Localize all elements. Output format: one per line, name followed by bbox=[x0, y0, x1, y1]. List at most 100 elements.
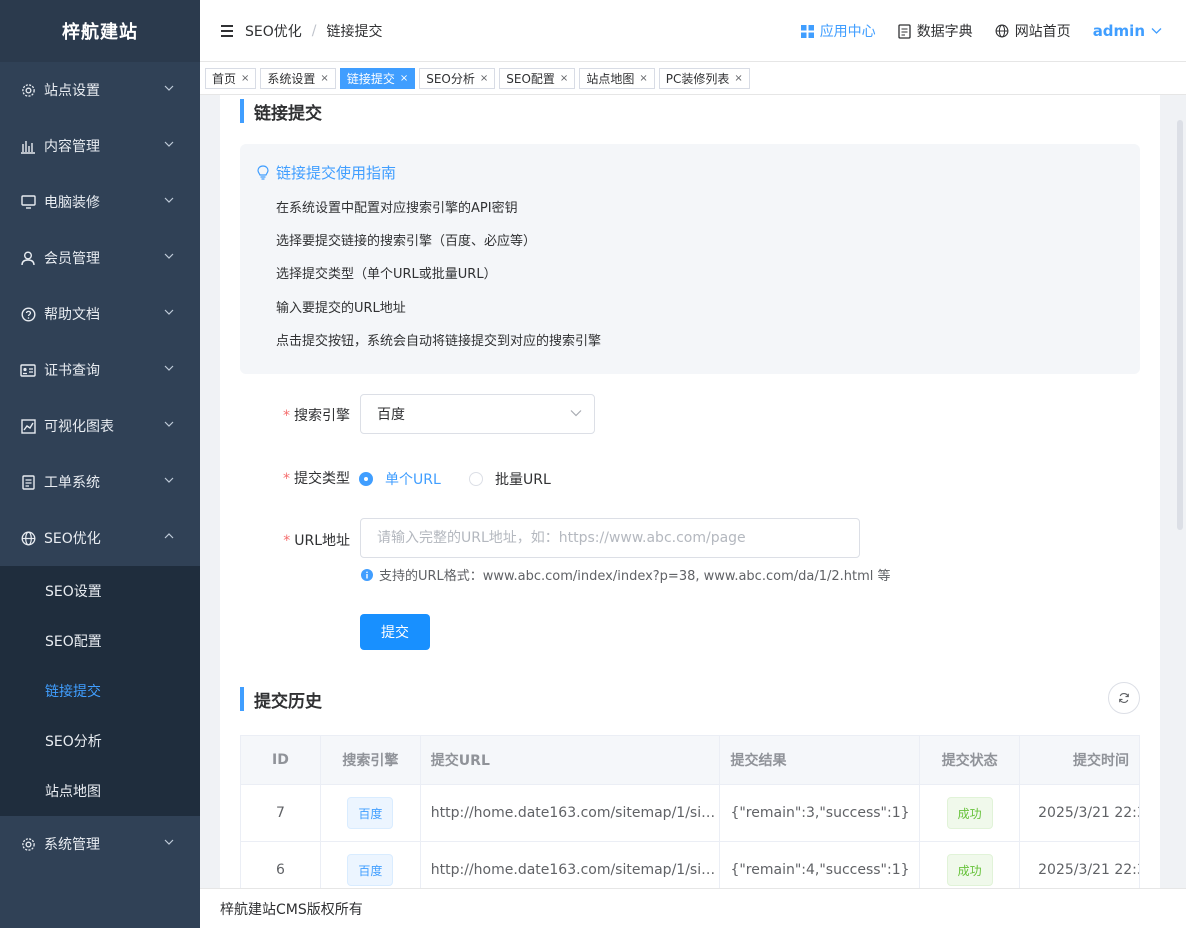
page-title: 链接提交 bbox=[240, 99, 322, 124]
help-icon bbox=[20, 306, 36, 322]
globe-icon bbox=[995, 24, 1009, 38]
sidebar-item-members[interactable]: 会员管理 bbox=[0, 230, 200, 286]
cell-url: http://home.date163.com/sitemap/1/sitema… bbox=[421, 842, 721, 888]
sidebar-item-label: 电脑装修 bbox=[44, 195, 100, 211]
url-text: http://home.date163.com/sitemap/1/sitema… bbox=[430, 862, 720, 878]
document-icon bbox=[20, 474, 36, 490]
tag-pc-decoration-list[interactable]: PC装修列表 × bbox=[658, 67, 750, 89]
sidebar-item-content[interactable]: 内容管理 bbox=[0, 118, 200, 174]
submenu-item-seo-settings[interactable]: SEO设置 bbox=[0, 566, 200, 616]
guide-title: 链接提交使用指南 bbox=[256, 162, 396, 183]
sidebar-item-label: 会员管理 bbox=[44, 251, 100, 267]
sidebar-item-help[interactable]: 帮助文档 bbox=[0, 286, 200, 342]
chevron-down-icon bbox=[164, 253, 174, 259]
cell-id: 7 bbox=[241, 785, 321, 842]
engine-selected-value: 百度 bbox=[377, 407, 405, 423]
tag-sitemap[interactable]: 站点地图 × bbox=[579, 67, 655, 89]
refresh-icon bbox=[1119, 693, 1129, 703]
tag-system-settings[interactable]: 系统设置 × bbox=[260, 67, 336, 89]
sidebar-item-charts[interactable]: 可视化图表 bbox=[0, 398, 200, 454]
close-icon[interactable]: × bbox=[734, 73, 742, 84]
submit-button[interactable]: 提交 bbox=[360, 614, 430, 650]
cell-id: 6 bbox=[241, 842, 321, 888]
url-hint: 支持的URL格式：www.abc.com/index/index?p=38, w… bbox=[361, 565, 891, 584]
sidebar-item-label: 可视化图表 bbox=[44, 419, 114, 435]
submenu-item-link-submit[interactable]: 链接提交 bbox=[0, 666, 200, 716]
sidebar-item-pc-decoration[interactable]: 电脑装修 bbox=[0, 174, 200, 230]
close-icon[interactable]: × bbox=[320, 73, 328, 84]
table-row: 6 百度 http://home.date163.com/sitemap/1/s… bbox=[241, 842, 1140, 888]
breadcrumb-separator: / bbox=[311, 22, 317, 39]
chevron-down-icon bbox=[164, 85, 174, 91]
tag-seo-analysis[interactable]: SEO分析 × bbox=[419, 67, 496, 89]
submenu-item-seo-analysis[interactable]: SEO分析 bbox=[0, 716, 200, 766]
radio-batch-url[interactable]: 批量URL bbox=[469, 469, 551, 489]
guide-step: 在系统设置中配置对应搜索引擎的API密钥 bbox=[276, 201, 518, 216]
engine-label: * 搜索引擎 bbox=[283, 408, 350, 424]
cell-result: {"remain":4,"success":1} bbox=[720, 842, 921, 888]
submenu-item-sitemap[interactable]: 站点地图 bbox=[0, 766, 200, 816]
tag-home[interactable]: 首页 × bbox=[205, 67, 257, 89]
engine-label-text: 搜索引擎 bbox=[294, 408, 350, 424]
status-badge: 成功 bbox=[946, 797, 993, 829]
tag-label: 系统设置 bbox=[267, 71, 316, 86]
cell-result: {"remain":3,"success":1} bbox=[720, 785, 921, 842]
chevron-down-icon bbox=[164, 141, 174, 147]
tag-label: PC装修列表 bbox=[665, 71, 730, 86]
sidebar: 梓航建站 站点设置 内容管理 电脑装修 会员管理 帮助文档 证书查询 可视化图表… bbox=[0, 0, 200, 928]
refresh-button[interactable] bbox=[1108, 682, 1140, 714]
page-scrollbar[interactable] bbox=[1177, 120, 1183, 530]
column-header: 提交时间 bbox=[1020, 736, 1141, 785]
guide-step: 选择提交类型（单个URL或批量URL） bbox=[276, 267, 497, 282]
close-icon[interactable]: × bbox=[560, 73, 568, 84]
menu-toggle-icon[interactable] bbox=[221, 24, 235, 37]
radio-single-url[interactable]: 单个URL bbox=[359, 469, 441, 489]
url-input[interactable] bbox=[360, 518, 860, 558]
close-icon[interactable]: × bbox=[639, 73, 647, 84]
header-actions: 应用中心 数据字典 网站首页 admin bbox=[800, 0, 1162, 62]
breadcrumb-item[interactable]: SEO优化 bbox=[245, 21, 302, 41]
app-center-label: 应用中心 bbox=[819, 24, 876, 40]
sidebar-item-tickets[interactable]: 工单系统 bbox=[0, 454, 200, 510]
breadcrumb: SEO优化 / 链接提交 bbox=[245, 21, 382, 41]
history-title: 提交历史 bbox=[240, 687, 322, 712]
globe-icon bbox=[20, 530, 36, 546]
sidebar-item-label: 内容管理 bbox=[44, 139, 100, 155]
footer: 梓航建站CMS版权所有 bbox=[200, 888, 1186, 928]
tag-link-submit[interactable]: 链接提交 × bbox=[339, 67, 416, 89]
engine-badge: 百度 bbox=[347, 797, 394, 829]
sidebar-item-certificate[interactable]: 证书查询 bbox=[0, 342, 200, 398]
chevron-down-icon bbox=[164, 477, 174, 483]
app-center-link[interactable]: 应用中心 bbox=[800, 21, 876, 41]
tag-label: 首页 bbox=[212, 71, 237, 86]
data-dictionary-link[interactable]: 数据字典 bbox=[898, 21, 973, 41]
sidebar-item-system[interactable]: 系统管理 bbox=[0, 816, 200, 872]
url-hint-text: 支持的URL格式：www.abc.com/index/index?p=38, w… bbox=[379, 569, 891, 584]
site-home-link[interactable]: 网站首页 bbox=[995, 21, 1071, 41]
submenu-item-seo-config[interactable]: SEO配置 bbox=[0, 616, 200, 666]
radio-label: 单个URL bbox=[385, 472, 441, 488]
tag-label: 链接提交 bbox=[346, 71, 395, 86]
gear-icon bbox=[20, 82, 36, 98]
sidebar-item-seo[interactable]: SEO优化 bbox=[0, 510, 200, 566]
cell-status: 成功 bbox=[920, 785, 1021, 842]
close-icon[interactable]: × bbox=[400, 73, 408, 84]
close-icon[interactable]: × bbox=[241, 73, 249, 84]
engine-select[interactable]: 百度 bbox=[360, 394, 595, 434]
copyright-text: 梓航建站CMS版权所有 bbox=[220, 901, 363, 918]
radio-dot bbox=[359, 472, 373, 486]
line-chart-icon bbox=[20, 418, 36, 434]
column-header: 提交状态 bbox=[920, 736, 1021, 785]
guide-step: 点击提交按钮，系统会自动将链接提交到对应的搜索引擎 bbox=[276, 334, 602, 349]
close-icon[interactable]: × bbox=[480, 73, 488, 84]
chevron-down-icon bbox=[164, 421, 174, 427]
site-home-label: 网站首页 bbox=[1014, 24, 1071, 40]
tag-seo-config[interactable]: SEO配置 × bbox=[499, 67, 576, 89]
column-header: 提交URL bbox=[420, 736, 721, 785]
gear-icon bbox=[20, 836, 36, 852]
cell-engine: 百度 bbox=[321, 842, 421, 888]
sidebar-item-label: 证书查询 bbox=[44, 363, 100, 379]
sidebar-item-site-settings[interactable]: 站点设置 bbox=[0, 62, 200, 118]
user-dropdown[interactable]: admin bbox=[1093, 22, 1162, 40]
grid-icon bbox=[800, 24, 814, 38]
